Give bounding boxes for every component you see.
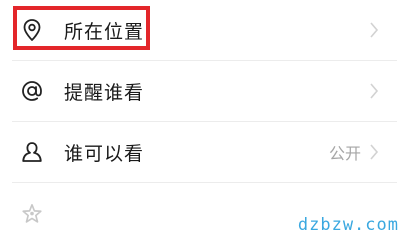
chevron-right-icon bbox=[370, 144, 379, 160]
visibility-label: 谁可以看 bbox=[64, 142, 145, 165]
visibility-row[interactable]: 谁可以看 公开 bbox=[0, 123, 409, 181]
divider bbox=[12, 182, 397, 183]
chevron-right-icon bbox=[370, 22, 379, 38]
at-sign-icon bbox=[20, 79, 44, 103]
chevron-right-icon bbox=[370, 83, 379, 99]
divider bbox=[12, 60, 397, 61]
remind-row[interactable]: 提醒谁看 bbox=[0, 62, 409, 120]
post-settings-screen: 所在位置 提醒谁看 谁可以看 公开 dzbzw.com bbox=[0, 0, 409, 241]
remind-label: 提醒谁看 bbox=[64, 81, 145, 104]
person-icon bbox=[20, 140, 44, 164]
divider bbox=[12, 121, 397, 122]
star-person-icon bbox=[20, 202, 44, 226]
highlight-box bbox=[13, 6, 150, 50]
watermark: dzbzw.com bbox=[297, 215, 399, 235]
visibility-value: 公开 bbox=[328, 144, 361, 163]
